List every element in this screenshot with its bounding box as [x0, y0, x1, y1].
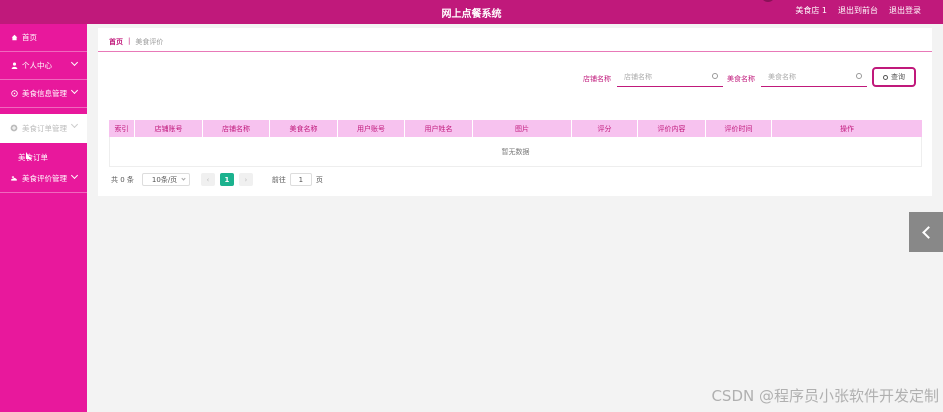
sidebar-item-label: 个人中心 — [22, 61, 52, 70]
table-header: 索引 店铺账号 店铺名称 美食名称 用户账号 用户姓名 图片 评分 评价内容 评… — [109, 120, 922, 137]
sidebar-item-label: 首页 — [22, 33, 37, 42]
goto-page-input[interactable]: 1 — [289, 173, 312, 186]
sidebar-item-label: 美食信息管理 — [22, 89, 67, 98]
chevron-down-icon — [70, 171, 79, 180]
query-button[interactable]: 查询 — [872, 67, 916, 87]
breadcrumb-separator: | — [128, 37, 131, 45]
food-name-input[interactable]: 美食名称 — [761, 68, 867, 87]
home-icon — [10, 34, 18, 42]
top-bar: 网上点餐系统 美食店 1 退出到前台 退出登录 — [0, 0, 943, 24]
chevron-down-icon — [181, 176, 186, 181]
sidebar-item-label: 美食评价管理 — [22, 174, 67, 183]
logout-link[interactable]: 退出登录 — [889, 5, 921, 16]
watermark: CSDN @程序员小张软件开发定制 — [711, 387, 939, 405]
exit-to-front-link[interactable]: 退出到前台 — [838, 5, 878, 16]
chevron-left-icon — [921, 225, 935, 239]
table-empty-state: 暂无数据 — [109, 137, 922, 167]
search-icon — [712, 73, 718, 79]
order-icon — [10, 124, 18, 132]
column-header[interactable]: 评价时间 — [706, 120, 772, 137]
column-header[interactable]: 店铺名称 — [203, 120, 270, 137]
reviews-table: 索引 店铺账号 店铺名称 美食名称 用户账号 用户姓名 图片 评分 评价内容 评… — [109, 120, 922, 167]
shop-name-label: 店铺名称 — [583, 75, 611, 83]
info-icon — [10, 90, 18, 98]
column-header[interactable]: 索引 — [109, 120, 135, 137]
column-header: 操作 — [840, 124, 854, 133]
goto-label: 前往 — [271, 175, 286, 184]
sidebar-subitem-food-orders[interactable]: 美食订单 — [0, 149, 87, 165]
divider — [98, 51, 932, 52]
chevron-down-icon — [70, 58, 79, 67]
prev-page-button[interactable]: ‹ — [200, 173, 215, 186]
top-actions: 美食店 1 退出到前台 退出登录 — [795, 5, 921, 16]
mouse-cursor-icon — [26, 152, 31, 159]
sidebar-item-personal-center[interactable]: 个人中心 — [0, 52, 87, 80]
column-header[interactable]: 评价内容 — [638, 120, 706, 137]
page-size-select[interactable]: 10条/页 — [141, 173, 190, 186]
column-header[interactable]: 图片 — [473, 120, 572, 137]
sidebar-item-label: 美食订单管理 — [22, 123, 67, 133]
column-header[interactable]: 店铺账号 — [135, 120, 203, 137]
sidebar-item-home[interactable]: 首页 — [0, 24, 87, 52]
chevron-down-icon — [70, 120, 79, 129]
pagination: 共 0 条 10条/页 ‹ 1 › 前往 1 页 — [111, 173, 323, 186]
avatar[interactable] — [761, 0, 775, 2]
review-icon — [10, 175, 18, 183]
breadcrumb-home[interactable]: 首页 — [109, 37, 123, 47]
goto-suffix: 页 — [315, 175, 323, 184]
shop-name-input[interactable]: 店铺名称 — [617, 68, 723, 87]
chevron-down-icon — [70, 86, 79, 95]
main-panel: 首页 | 美食评价 店铺名称 店铺名称 美食名称 美食名称 查询 索引 店铺账号… — [98, 28, 932, 196]
column-header[interactable]: 用户姓名 — [405, 120, 473, 137]
column-header[interactable]: 美食名称 — [270, 120, 338, 137]
collapse-panel-button[interactable] — [909, 212, 943, 252]
user-label[interactable]: 美食店 1 — [795, 5, 827, 16]
user-icon — [10, 62, 18, 70]
sidebar: 首页 个人中心 美食信息管理 美食订单管理 美食订单 美食评价管理 — [0, 24, 87, 412]
sidebar-item-food-reviews[interactable]: 美食评价管理 — [0, 165, 87, 193]
search-icon — [856, 73, 862, 79]
column-header[interactable]: 用户账号 — [338, 120, 405, 137]
breadcrumb: 首页 | 美食评价 — [109, 37, 163, 47]
food-name-label: 美食名称 — [727, 75, 755, 83]
total-count: 共 0 条 — [111, 175, 134, 184]
search-icon — [883, 74, 888, 80]
sidebar-item-food-info[interactable]: 美食信息管理 — [0, 80, 87, 108]
column-header[interactable]: 评分 — [572, 120, 638, 137]
breadcrumb-current: 美食评价 — [135, 38, 164, 46]
sidebar-item-food-orders[interactable]: 美食订单管理 — [0, 114, 87, 143]
next-page-button[interactable]: › — [238, 173, 253, 186]
page-number-button[interactable]: 1 — [219, 173, 234, 186]
